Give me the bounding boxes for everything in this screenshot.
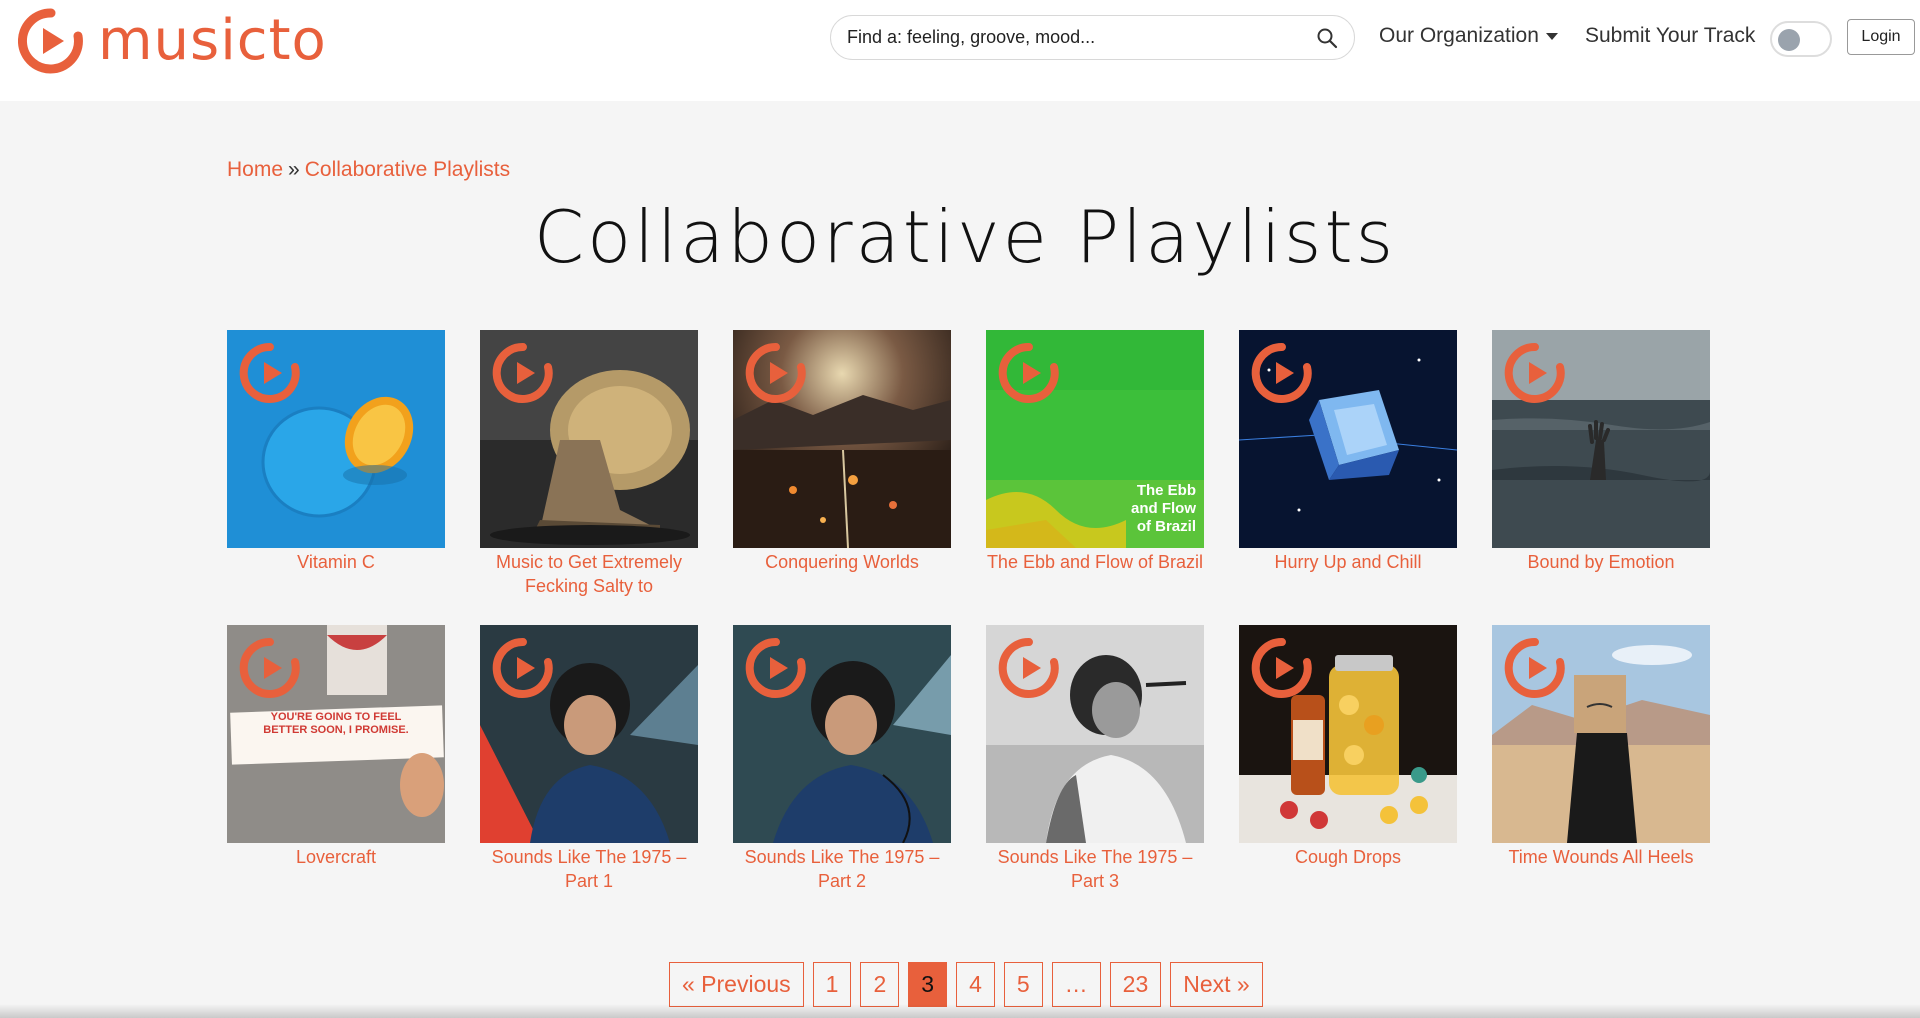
- playlist-cover-1975-part-3[interactable]: [986, 625, 1204, 843]
- play-icon[interactable]: [1250, 341, 1314, 405]
- page-title: Collaborative Playlists: [533, 195, 1397, 279]
- page-4-button[interactable]: 4: [956, 962, 995, 1007]
- play-icon[interactable]: [1503, 636, 1567, 700]
- playlist-title[interactable]: Sounds Like The 1975 – Part 1: [480, 845, 698, 893]
- site-logo[interactable]: musicto: [18, 8, 327, 74]
- our-organization-dropdown[interactable]: Our Organization: [1379, 24, 1558, 48]
- cover-caption: The Ebb and Flow of Brazil: [1131, 482, 1196, 535]
- playlist-cover-salty[interactable]: [480, 330, 698, 548]
- logo-wordmark: musicto: [98, 8, 327, 73]
- play-icon[interactable]: [997, 341, 1061, 405]
- our-organization-label: Our Organization: [1379, 24, 1539, 47]
- caret-down-icon: [1545, 32, 1558, 40]
- playlist-title[interactable]: Vitamin C: [227, 550, 445, 574]
- page-1-button[interactable]: 1: [812, 962, 852, 1007]
- playlist-card[interactable]: Sounds Like The 1975 – Part 1: [480, 625, 698, 893]
- playlist-card[interactable]: Sounds Like The 1975 – Part 3: [986, 625, 1204, 893]
- breadcrumb: Home» Collaborative Playlists: [227, 158, 510, 182]
- page-2-button[interactable]: 2: [860, 962, 900, 1007]
- playlist-title[interactable]: Conquering Worlds: [733, 550, 951, 574]
- play-icon[interactable]: [744, 341, 808, 405]
- previous-page-button[interactable]: « Previous: [669, 962, 804, 1007]
- playlist-cover-1975-part-1[interactable]: [480, 625, 698, 843]
- playlist-cover-time-wounds[interactable]: [1492, 625, 1710, 843]
- playlist-title[interactable]: Music to Get Extremely Fecking Salty to: [480, 550, 698, 598]
- playlist-title[interactable]: Time Wounds All Heels: [1492, 845, 1710, 869]
- playlist-title[interactable]: Lovercraft: [227, 845, 445, 869]
- play-icon[interactable]: [744, 636, 808, 700]
- breadcrumb-separator: »: [288, 158, 300, 181]
- login-button[interactable]: Login: [1847, 19, 1915, 55]
- playlist-title[interactable]: Hurry Up and Chill: [1239, 550, 1457, 574]
- playlist-title[interactable]: Cough Drops: [1239, 845, 1457, 869]
- playlist-card[interactable]: Cough Drops: [1239, 625, 1457, 869]
- page-5-button[interactable]: 5: [1003, 962, 1043, 1007]
- playlist-card[interactable]: YOU'RE GOING TO FEEL BETTER SOON, I PROM…: [227, 625, 445, 869]
- next-page-button[interactable]: Next »: [1170, 962, 1263, 1007]
- play-icon[interactable]: [238, 341, 302, 405]
- site-header: musicto Our Organization Submit Your Tra…: [0, 0, 1920, 101]
- playlist-card[interactable]: Conquering Worlds: [733, 330, 951, 574]
- page-3-button-current[interactable]: 3: [908, 962, 948, 1007]
- play-icon[interactable]: [491, 341, 555, 405]
- playlist-cover-1975-part-2[interactable]: [733, 625, 951, 843]
- search-input[interactable]: [847, 27, 1316, 48]
- play-logo-icon: [18, 8, 83, 74]
- playlist-cover-cough-drops[interactable]: [1239, 625, 1457, 843]
- play-icon[interactable]: [238, 636, 302, 700]
- playlist-cover-lovercraft[interactable]: YOU'RE GOING TO FEEL BETTER SOON, I PROM…: [227, 625, 445, 843]
- play-icon[interactable]: [491, 636, 555, 700]
- playlist-title[interactable]: The Ebb and Flow of Brazil: [986, 550, 1204, 574]
- playlist-title[interactable]: Sounds Like The 1975 – Part 2: [733, 845, 951, 893]
- playlist-title[interactable]: Bound by Emotion: [1492, 550, 1710, 574]
- playlist-card[interactable]: Vitamin C: [227, 330, 445, 574]
- search-icon[interactable]: [1316, 27, 1338, 49]
- search-bar[interactable]: [830, 15, 1355, 60]
- breadcrumb-home-link[interactable]: Home: [227, 158, 283, 181]
- playlist-cover-bound-by-emotion[interactable]: [1492, 330, 1710, 548]
- dark-mode-toggle[interactable]: [1770, 21, 1832, 57]
- breadcrumb-current-link[interactable]: Collaborative Playlists: [305, 158, 510, 181]
- pagination: « Previous 1 2 3 4 5 … 23 Next »: [669, 962, 1263, 1007]
- playlist-title[interactable]: Sounds Like The 1975 – Part 3: [986, 845, 1204, 893]
- playlist-cover-conquering-worlds[interactable]: [733, 330, 951, 548]
- toggle-knob: [1778, 29, 1800, 51]
- fortune-note: YOU'RE GOING TO FEEL BETTER SOON, I PROM…: [263, 711, 409, 736]
- playlist-cover-vitamin-c[interactable]: [227, 330, 445, 548]
- playlist-cover-ebb-flow-brazil[interactable]: The Ebb and Flow of Brazil: [986, 330, 1204, 548]
- play-icon[interactable]: [1503, 341, 1567, 405]
- bottom-shadow: [0, 1004, 1920, 1018]
- playlist-card[interactable]: The Ebb and Flow of Brazil The Ebb and F…: [986, 330, 1204, 574]
- playlist-card[interactable]: Time Wounds All Heels: [1492, 625, 1710, 869]
- page-23-button[interactable]: 23: [1109, 962, 1162, 1007]
- playlist-card[interactable]: Hurry Up and Chill: [1239, 330, 1457, 574]
- play-icon[interactable]: [1250, 636, 1314, 700]
- playlist-card[interactable]: Bound by Emotion: [1492, 330, 1710, 574]
- submit-track-link[interactable]: Submit Your Track: [1585, 24, 1755, 48]
- play-icon[interactable]: [997, 636, 1061, 700]
- page-ellipsis: …: [1051, 962, 1101, 1007]
- playlist-cover-hurry-up-chill[interactable]: [1239, 330, 1457, 548]
- playlist-card[interactable]: Sounds Like The 1975 – Part 2: [733, 625, 951, 893]
- playlist-card[interactable]: Music to Get Extremely Fecking Salty to: [480, 330, 698, 598]
